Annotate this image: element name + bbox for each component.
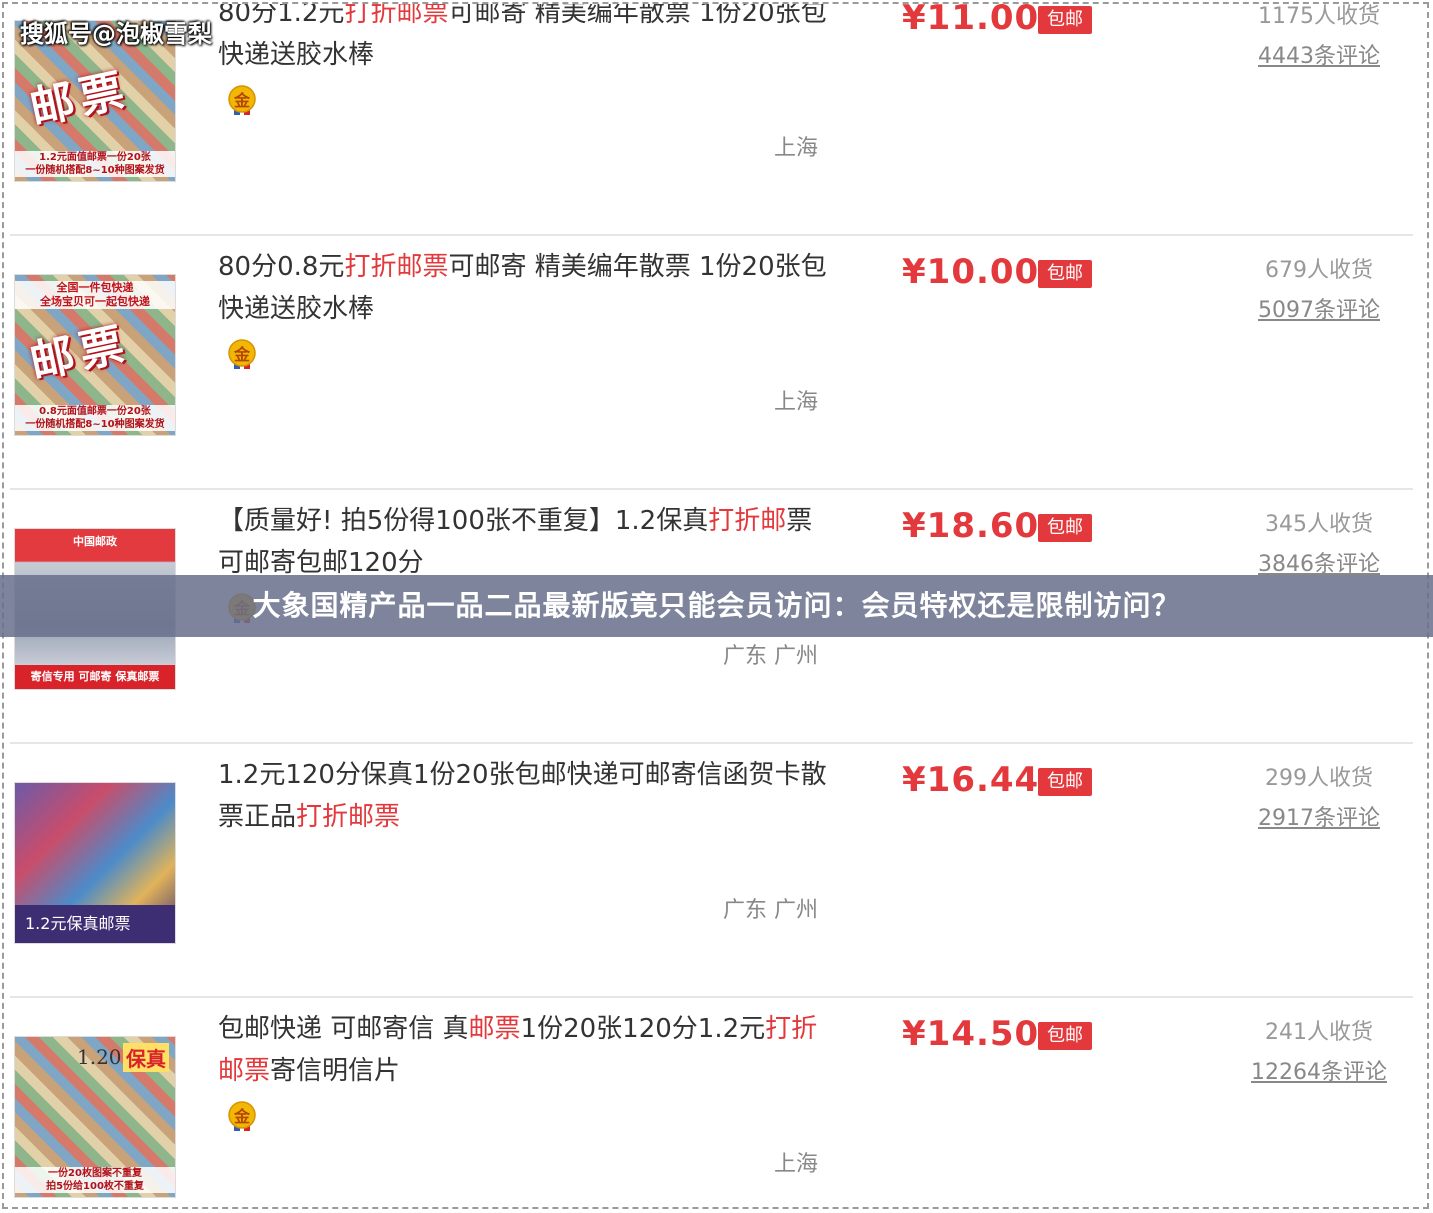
gold-medal-label: 金: [233, 345, 250, 364]
free-shipping-badge: 包邮: [1038, 1022, 1092, 1050]
gold-medal-label: 金: [233, 91, 250, 110]
product-title-link[interactable]: 【质量好! 拍5份得100张不重复】1.2保真打折邮票可邮寄包邮120分: [218, 500, 828, 584]
review-count-link[interactable]: 12264条评论: [1234, 1054, 1404, 1086]
product-row: 1.2元保真邮票 1.2元120分保真1份20张包邮快递可邮寄信函贺卡散票正品打折…: [4, 744, 1427, 998]
title-text: 寄信明信片: [270, 1056, 401, 1086]
product-price: ¥18.60: [902, 506, 1040, 546]
review-count-link[interactable]: 5097条评论: [1234, 292, 1404, 324]
seller-location: 上海: [773, 1152, 818, 1177]
sold-count: 299人收货: [1265, 766, 1373, 791]
overlay-title: 大象国精产品一品二品最新版竟只能会员访问：会员特权还是限制访问？: [252, 589, 1181, 622]
title-text: 1份20张120分1.2元: [520, 1014, 766, 1044]
sold-count: 679人收货: [1265, 258, 1373, 283]
thumbnail-caption: 1.2元保真邮票: [15, 905, 175, 943]
free-shipping-badge: 包邮: [1038, 6, 1092, 34]
title-keyword-highlight: 打折邮票: [344, 2, 449, 28]
thumbnail-top-text: 全国一件包快递 全场宝贝可一起包快递: [15, 281, 175, 309]
product-title-link[interactable]: 80分1.2元打折邮票可邮寄 精美编年散票 1份20张包快递送胶水棒: [218, 2, 828, 76]
title-keyword-highlight: 打折邮: [708, 506, 787, 536]
product-price: ¥14.50: [902, 1014, 1040, 1054]
gold-medal-icon: 金: [226, 84, 258, 116]
free-shipping-badge: 包邮: [1038, 768, 1092, 796]
free-shipping-badge: 包邮: [1038, 514, 1092, 542]
review-count-link[interactable]: 4443条评论: [1234, 38, 1404, 70]
title-keyword-highlight: 打折邮票: [344, 252, 449, 282]
sold-count: 241人收货: [1265, 1020, 1373, 1045]
thumbnail-tag: 保真: [123, 1043, 169, 1072]
seller-location: 上海: [773, 136, 818, 161]
thumbnail-caption: 0.8元面值邮票一份20张 一份随机搭配8~10种图案发货: [15, 405, 175, 431]
gold-medal-icon: 金: [226, 338, 258, 370]
title-text: 80分1.2元: [218, 2, 345, 28]
review-count-link[interactable]: 3846条评论: [1234, 546, 1404, 578]
product-row: 邮票 1.2元面值邮票一份20张 一份随机搭配8~10种图案发货 80分1.2元打折…: [4, 2, 1427, 236]
product-title-link[interactable]: 1.2元120分保真1份20张包邮快递可邮寄信函贺卡散票正品打折邮票: [218, 754, 828, 838]
review-count-link[interactable]: 2917条评论: [1234, 800, 1404, 832]
title-text: 80分0.8元: [218, 252, 345, 282]
free-shipping-badge: 包邮: [1038, 260, 1092, 288]
sold-count: 1175人收货: [1258, 4, 1380, 29]
thumbnail-caption: 1.2元面值邮票一份20张 一份随机搭配8~10种图案发货: [15, 151, 175, 177]
product-row: 1.20 保真一份20枚图案不重复 拍5份给100枚不重复 包邮快递 可邮寄信 真邮…: [4, 998, 1427, 1207]
product-price: ¥10.00: [902, 252, 1040, 292]
product-title-link[interactable]: 包邮快递 可邮寄信 真邮票1份20张120分1.2元打折邮票寄信明信片: [218, 1008, 828, 1092]
thumbnail-caption: 寄信专用 可邮寄 保真邮票: [15, 665, 175, 689]
thumbnail-caption: 一份20枚图案不重复 拍5份给100枚不重复: [15, 1167, 175, 1193]
title-text: 【质量好! 拍5份得100张不重复】1.2保真: [218, 506, 709, 536]
title-text: 包邮快递 可邮寄信 真: [218, 1014, 469, 1044]
product-thumbnail[interactable]: 1.2元保真邮票: [14, 782, 176, 944]
product-row: 全国一件包快递 全场宝贝可一起包快递 邮票 0.8元面值邮票一份20张 一份随机搭配…: [4, 236, 1427, 490]
seller-location: 广东 广州: [723, 898, 818, 923]
overlay-banner: 大象国精产品一品二品最新版竟只能会员访问：会员特权还是限制访问？: [0, 575, 1433, 637]
product-thumbnail[interactable]: 1.20 保真一份20枚图案不重复 拍5份给100枚不重复: [14, 1036, 176, 1198]
thumbnail-face-value: 1.20: [77, 1045, 122, 1069]
seller-location: 上海: [773, 390, 818, 415]
sold-count: 345人收货: [1265, 512, 1373, 537]
product-title-link[interactable]: 80分0.8元打折邮票可邮寄 精美编年散票 1份20张包快递送胶水棒: [218, 246, 828, 330]
product-price: ¥16.44: [902, 760, 1040, 800]
watermark: 搜狐号@泡椒雪梨: [20, 20, 212, 48]
product-price: ¥11.00: [902, 2, 1040, 38]
product-thumbnail[interactable]: 全国一件包快递 全场宝贝可一起包快递 邮票 0.8元面值邮票一份20张 一份随机搭配…: [14, 274, 176, 436]
gold-medal-icon: 金: [226, 1100, 258, 1132]
thumbnail-brand-text: 中国邮政: [73, 535, 117, 548]
title-keyword-highlight: 打折邮票: [296, 802, 401, 832]
gold-medal-label: 金: [233, 1107, 250, 1126]
seller-location: 广东 广州: [723, 644, 818, 669]
title-keyword-highlight: 邮票: [468, 1014, 521, 1044]
